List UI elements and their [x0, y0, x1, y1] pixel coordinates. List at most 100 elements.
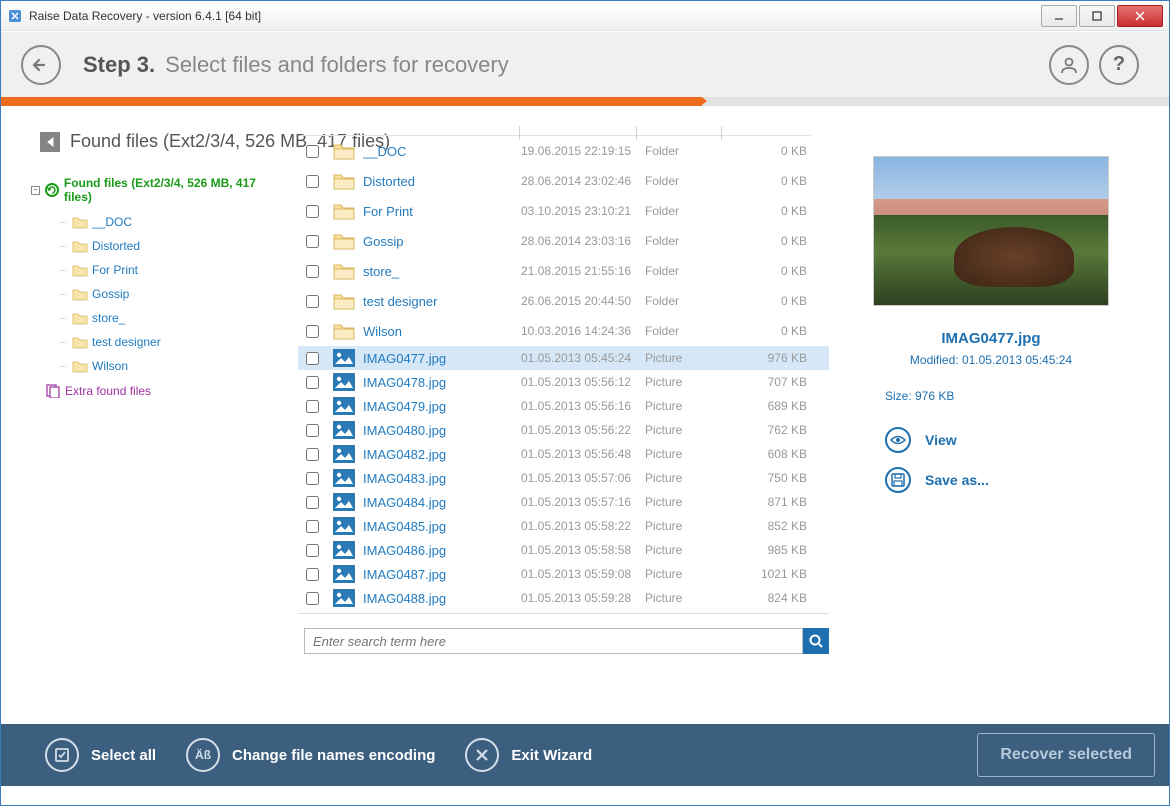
tree-root[interactable]: − Found files (Ext2/3/4, 526 MB, 417 fil…: [31, 176, 286, 204]
file-date: 01.05.2013 05:58:58: [521, 543, 645, 557]
file-row[interactable]: IMAG0483.jpg01.05.2013 05:57:06Picture75…: [298, 466, 829, 490]
tree-item[interactable]: ⋯test designer: [59, 330, 286, 354]
save-icon: [885, 467, 911, 493]
file-row[interactable]: IMAG0479.jpg01.05.2013 05:56:16Picture68…: [298, 394, 829, 418]
close-button[interactable]: [1117, 5, 1163, 27]
tree-item[interactable]: ⋯Wilson: [59, 354, 286, 378]
file-type: Picture: [645, 471, 737, 485]
minimize-button[interactable]: [1041, 5, 1077, 27]
collapse-icon[interactable]: −: [31, 186, 40, 195]
tree-item[interactable]: ⋯Gossip: [59, 282, 286, 306]
recover-selected-button[interactable]: Recover selected: [977, 733, 1155, 777]
file-row[interactable]: IMAG0484.jpg01.05.2013 05:57:16Picture87…: [298, 490, 829, 514]
file-date: 01.05.2013 05:57:06: [521, 471, 645, 485]
caret-left-icon: [40, 132, 60, 152]
row-checkbox[interactable]: [306, 295, 319, 308]
file-type: Picture: [645, 447, 737, 461]
row-checkbox[interactable]: [306, 496, 319, 509]
row-checkbox[interactable]: [306, 265, 319, 278]
encoding-button[interactable]: Äß Change file names encoding: [186, 738, 435, 772]
file-name: Gossip: [363, 234, 521, 249]
folder-row[interactable]: test designer26.06.2015 20:44:50Folder0 …: [298, 286, 829, 316]
row-checkbox[interactable]: [306, 376, 319, 389]
image-icon: [333, 493, 355, 511]
exit-wizard-button[interactable]: Exit Wizard: [465, 738, 592, 772]
tree-item[interactable]: ⋯__DOC: [59, 210, 286, 234]
file-date: 01.05.2013 05:56:22: [521, 423, 645, 437]
row-checkbox[interactable]: [306, 145, 319, 158]
file-row[interactable]: IMAG0485.jpg01.05.2013 05:58:22Picture85…: [298, 514, 829, 538]
search-input[interactable]: [304, 628, 803, 654]
file-size: 985 KB: [737, 543, 807, 557]
row-checkbox[interactable]: [306, 205, 319, 218]
row-checkbox[interactable]: [306, 175, 319, 188]
file-date: 01.05.2013 05:56:12: [521, 375, 645, 389]
folder-row[interactable]: Distorted28.06.2014 23:02:46Folder0 KB: [298, 166, 829, 196]
tree-extra-files[interactable]: Extra found files: [45, 384, 286, 398]
folder-row[interactable]: For Print03.10.2015 23:10:21Folder0 KB: [298, 196, 829, 226]
folder-icon: [333, 142, 355, 160]
folder-row[interactable]: store_21.08.2015 21:55:16Folder0 KB: [298, 256, 829, 286]
user-icon[interactable]: [1049, 45, 1089, 85]
folder-tree: − Found files (Ext2/3/4, 526 MB, 417 fil…: [31, 176, 286, 398]
file-table-body[interactable]: __DOC19.06.2015 22:19:15Folder0 KBDistor…: [298, 136, 829, 614]
view-button[interactable]: View: [885, 427, 1133, 453]
file-row[interactable]: IMAG0486.jpg01.05.2013 05:58:58Picture98…: [298, 538, 829, 562]
file-type: Folder: [645, 204, 737, 218]
folder-icon: [72, 216, 88, 229]
search-button[interactable]: [803, 628, 829, 654]
back-button[interactable]: [21, 45, 61, 85]
file-size: 1021 KB: [737, 567, 807, 581]
search-icon: [808, 633, 824, 649]
file-size: 976 KB: [737, 351, 807, 365]
file-row[interactable]: IMAG0488.jpg01.05.2013 05:59:28Picture82…: [298, 586, 829, 610]
tree-item-label: __DOC: [92, 215, 132, 229]
row-checkbox[interactable]: [306, 400, 319, 413]
select-all-button[interactable]: Select all: [45, 738, 156, 772]
file-row[interactable]: IMAG0480.jpg01.05.2013 05:56:22Picture76…: [298, 418, 829, 442]
save-as-button[interactable]: Save as...: [885, 467, 1133, 493]
file-date: 01.05.2013 05:59:28: [521, 591, 645, 605]
row-checkbox[interactable]: [306, 568, 319, 581]
row-checkbox[interactable]: [306, 235, 319, 248]
file-table-header[interactable]: [301, 126, 811, 136]
maximize-button[interactable]: [1079, 5, 1115, 27]
row-checkbox[interactable]: [306, 424, 319, 437]
row-checkbox[interactable]: [306, 352, 319, 365]
file-date: 01.05.2013 05:56:16: [521, 399, 645, 413]
view-label: View: [925, 432, 957, 448]
window-title: Raise Data Recovery - version 6.4.1 [64 …: [29, 9, 1039, 23]
file-row[interactable]: IMAG0482.jpg01.05.2013 05:56:48Picture60…: [298, 442, 829, 466]
tree-item[interactable]: ⋯store_: [59, 306, 286, 330]
row-checkbox[interactable]: [306, 325, 319, 338]
row-checkbox[interactable]: [306, 472, 319, 485]
row-checkbox[interactable]: [306, 592, 319, 605]
save-label: Save as...: [925, 472, 989, 488]
file-name: IMAG0488.jpg: [363, 591, 521, 606]
tree-item[interactable]: ⋯For Print: [59, 258, 286, 282]
image-icon: [333, 421, 355, 439]
row-checkbox[interactable]: [306, 520, 319, 533]
file-name: IMAG0480.jpg: [363, 423, 521, 438]
folder-row[interactable]: Wilson10.03.2016 14:24:36Folder0 KB: [298, 316, 829, 346]
file-row[interactable]: IMAG0478.jpg01.05.2013 05:56:12Picture70…: [298, 370, 829, 394]
file-size: 0 KB: [737, 294, 807, 308]
close-icon: [465, 738, 499, 772]
file-name: Wilson: [363, 324, 521, 339]
file-size: 852 KB: [737, 519, 807, 533]
tree-item[interactable]: ⋯Distorted: [59, 234, 286, 258]
file-type: Picture: [645, 423, 737, 437]
tree-extra-label: Extra found files: [65, 384, 151, 398]
row-checkbox[interactable]: [306, 448, 319, 461]
titlebar: Raise Data Recovery - version 6.4.1 [64 …: [1, 1, 1169, 31]
image-icon: [333, 565, 355, 583]
folder-row[interactable]: __DOC19.06.2015 22:19:15Folder0 KB: [298, 136, 829, 166]
file-type: Folder: [645, 294, 737, 308]
file-size: 0 KB: [737, 324, 807, 338]
file-row[interactable]: IMAG0487.jpg01.05.2013 05:59:08Picture10…: [298, 562, 829, 586]
folder-row[interactable]: Gossip28.06.2014 23:03:16Folder0 KB: [298, 226, 829, 256]
help-icon[interactable]: ?: [1099, 45, 1139, 85]
row-checkbox[interactable]: [306, 544, 319, 557]
file-row[interactable]: IMAG0477.jpg01.05.2013 05:45:24Picture97…: [298, 346, 829, 370]
file-type: Picture: [645, 495, 737, 509]
